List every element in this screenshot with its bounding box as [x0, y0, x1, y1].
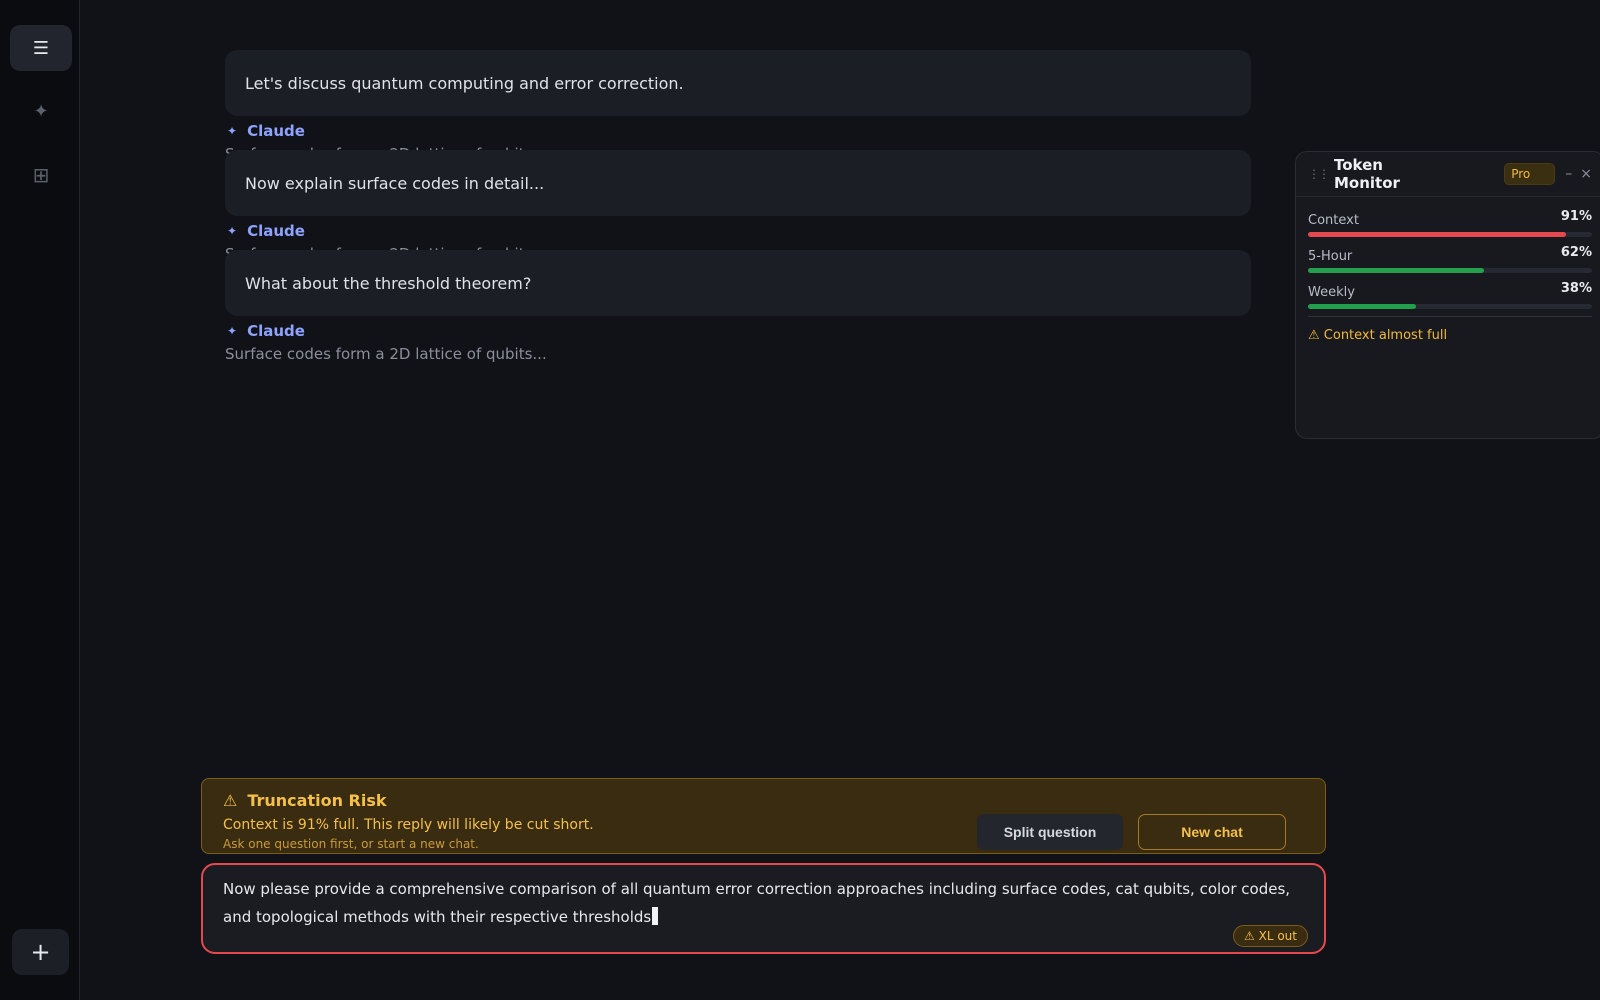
metric-label: 5-Hour: [1308, 249, 1353, 264]
truncation-message: Context is 91% full. This reply will lik…: [223, 817, 594, 833]
claude-spark-icon: ✦: [227, 124, 238, 138]
grid-icon[interactable]: ⊞: [10, 152, 72, 198]
token-monitor-title: Token Monitor: [1334, 156, 1400, 192]
assistant-name: Claude: [247, 222, 305, 240]
assistant-name: Claude: [247, 322, 305, 340]
metric-value: 62%: [1560, 245, 1592, 260]
context-warning: ⚠ Context almost full: [1308, 328, 1448, 343]
plan-badge: Pro: [1504, 163, 1556, 185]
message-input-text[interactable]: Now please provide a comprehensive compa…: [223, 880, 1290, 926]
drag-handle-icon[interactable]: ⋮⋮: [1308, 167, 1330, 181]
spark-icon[interactable]: ✦: [10, 88, 72, 134]
new-chat-button[interactable]: New chat: [1138, 814, 1286, 850]
warning-icon: ⚠: [223, 791, 238, 810]
truncation-title: ⚠ Truncation Risk: [223, 791, 387, 810]
token-monitor-header[interactable]: ⋮⋮ Token Monitor Pro – ×: [1296, 152, 1600, 197]
metric-bar-fill: [1308, 268, 1485, 273]
close-icon[interactable]: ×: [1580, 166, 1592, 182]
metric-label: Context: [1308, 213, 1359, 228]
metric-weekly: Weekly 38%: [1308, 281, 1592, 309]
claude-spark-icon: ✦: [227, 224, 238, 238]
user-message: Let's discuss quantum computing and erro…: [225, 50, 1251, 116]
user-message: Now explain surface codes in detail...: [225, 150, 1251, 216]
minimize-icon[interactable]: –: [1565, 166, 1572, 182]
metric-bar-fill: [1308, 232, 1567, 237]
message-input[interactable]: Now please provide a comprehensive compa…: [201, 863, 1326, 954]
truncation-hint: Ask one question first, or start a new c…: [223, 837, 479, 851]
claude-spark-icon: ✦: [227, 324, 238, 338]
divider: [1308, 316, 1592, 317]
metric-bar-fill: [1308, 304, 1416, 309]
assistant-header: ✦ Claude: [225, 122, 305, 140]
sidebar: ☰ ✦ ⊞ +: [0, 0, 80, 1000]
text-cursor: [652, 907, 659, 925]
user-message: What about the threshold theorem?: [225, 250, 1251, 316]
metric-label: Weekly: [1308, 285, 1355, 300]
assistant-name: Claude: [247, 122, 305, 140]
truncation-title-text: Truncation Risk: [247, 791, 387, 810]
xl-output-badge: ⚠ XL out: [1233, 925, 1308, 947]
metric-value: 91%: [1560, 209, 1592, 224]
metric-5-hour: 5-Hour 62%: [1308, 245, 1592, 273]
token-monitor-panel[interactable]: ⋮⋮ Token Monitor Pro – × Context 91% 5-H…: [1295, 151, 1600, 439]
assistant-text: Surface codes form a 2D lattice of qubit…: [225, 345, 547, 363]
metric-bar: [1308, 304, 1592, 309]
assistant-header: ✦ Claude: [225, 222, 305, 240]
truncation-risk-banner: ⚠ Truncation Risk Context is 91% full. Th…: [201, 778, 1326, 854]
new-chat-icon[interactable]: +: [12, 929, 69, 975]
metric-value: 38%: [1560, 281, 1592, 296]
assistant-header: ✦ Claude: [225, 322, 305, 340]
split-question-button[interactable]: Split question: [977, 814, 1123, 850]
menu-icon[interactable]: ☰: [10, 25, 72, 71]
metric-bar: [1308, 268, 1592, 273]
metric-bar: [1308, 232, 1592, 237]
metric-context: Context 91%: [1308, 209, 1592, 237]
